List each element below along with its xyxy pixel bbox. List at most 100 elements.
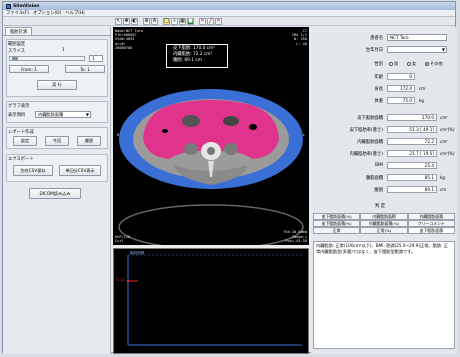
draw-line-icon[interactable]: ╱	[207, 17, 214, 25]
tab-subcutaneous-area-pct-1[interactable]: 皮下脂肪面積(%)	[313, 213, 361, 220]
calendar-dropdown-icon: ▼	[441, 47, 445, 52]
left-panel: 脂肪計測 範囲設定 スライス 1 1 From: 1 To: 1 実 行 グラフ…	[3, 27, 111, 354]
to-button[interactable]: To: 1	[65, 65, 105, 73]
muscle-area-value: 85.1	[387, 174, 437, 181]
display-item-select[interactable]: 内臓脂肪面積 ▼	[35, 111, 91, 118]
row-visceral-area: 内臓脂肪面積 72.2 cm²	[311, 138, 457, 146]
row-waist: 腹囲 89.1 cm	[311, 186, 457, 194]
delete-icon[interactable]: ✕	[215, 17, 222, 25]
tab-normal-pct[interactable]: 正常(%)	[360, 227, 408, 234]
chevron-down-icon: ▼	[85, 112, 89, 117]
weight-label: 体重	[374, 99, 383, 104]
dicom-load-button[interactable]: DICOM読み込み	[29, 188, 81, 199]
magnify-tool-icon[interactable]: ⌕	[171, 17, 178, 25]
judgement-tabs-row-3: 正常 正常(%) 皮下脂肪面積	[313, 227, 455, 234]
muscle-area-label: 腹筋面積	[365, 176, 383, 181]
pointer-tool-icon[interactable]: ↖	[115, 17, 122, 25]
sex-option-male[interactable]: 男	[389, 61, 398, 67]
menu-options[interactable]: オプション(O)	[33, 10, 61, 16]
run-button[interactable]: 実 行	[37, 80, 77, 90]
overlay-date: 20080708	[115, 45, 133, 50]
menu-help[interactable]: ヘルプ(H)	[65, 10, 84, 16]
age-value[interactable]: 0	[387, 73, 415, 80]
report-group-title: レポート作成	[8, 130, 34, 135]
height-value[interactable]: 172.0	[387, 85, 415, 92]
report-history-button[interactable]: 履歴	[77, 136, 101, 146]
tab-visceral-area-pct[interactable]: 内臓脂肪面積(%)	[360, 220, 408, 227]
slice-label: スライス	[8, 49, 26, 54]
row-visceral-ratio: 内臓脂肪率(重さ) 21.7 [ 19.5] cm²(%)	[311, 150, 457, 158]
tab-fat-measurement[interactable]: 脂肪計測	[5, 27, 33, 35]
sex-option-female[interactable]: 女	[407, 61, 416, 67]
radio-male-icon	[389, 62, 393, 66]
judgement-tabs-row-1: 皮下脂肪面積(%) 内臓脂肪面積 内臓脂肪面積	[313, 213, 455, 220]
tab-visceral-area-2[interactable]: 内臓脂肪面積	[407, 213, 455, 220]
subcutaneous-ratio-value: 51.3 [ 49.1]	[387, 126, 437, 133]
sex-option-male-label: 男	[394, 61, 399, 66]
tab-visceral-area-1[interactable]: 内臓脂肪面積	[360, 213, 408, 220]
graph-group-title: グラフ表示	[8, 104, 30, 109]
visceral-area-value: 72.2	[387, 138, 437, 145]
overlay-level: L: 40	[296, 41, 307, 46]
muscle-area-unit: kg	[440, 175, 445, 180]
fat-area-graph: 脂肪面積 72.22	[113, 248, 309, 354]
orientation-right: L	[302, 133, 305, 137]
menu-file[interactable]: ファイル(F)	[6, 10, 29, 16]
subcutaneous-ratio-unit: cm²(%)	[440, 127, 455, 132]
judgement-comment-area[interactable]: 内臓脂肪: 正常(100cm²以下)、BMI: 肥満(25.0~29.9)正常。…	[313, 241, 455, 349]
graph-data-point	[126, 279, 130, 283]
row-muscle-area: 腹筋面積 85.1 kg	[311, 174, 457, 182]
measure-subcutaneous-label: 皮下脂肪	[173, 46, 191, 51]
waist-label: 腹囲	[374, 188, 383, 193]
waist-value: 89.1	[387, 186, 437, 193]
zoom-tool-icon[interactable]: ⊕	[143, 17, 150, 25]
window-level-icon[interactable]: ◐	[131, 17, 138, 25]
visceral-ratio-unit: cm²(%)	[440, 151, 455, 156]
visceral-area-unit: cm²	[440, 139, 448, 144]
tab-normal[interactable]: 正常	[313, 227, 361, 234]
highlight-tool-icon[interactable]: □	[163, 17, 170, 25]
air-pocket-1	[249, 124, 257, 130]
ct-image-viewer[interactable]: Name:NCT Taro PID:000007 Std#:4894 Acc#:…	[113, 27, 309, 245]
color-map-icon[interactable]: ■	[187, 17, 194, 25]
overlay-bottom-left: KVP:120 Curl	[115, 235, 130, 243]
bmi-label: BMI	[375, 163, 383, 168]
display-item-label: 表示項目	[8, 113, 26, 118]
report-today-button[interactable]: 今回	[45, 136, 69, 146]
patient-name-field[interactable]: NCT Taro	[387, 34, 447, 41]
measure-waist-value: 89.1 cm	[184, 58, 202, 63]
row-age: 年齢 0	[311, 73, 457, 81]
subcutaneous-ratio-label: 皮下脂肪率(重さ)	[349, 128, 383, 133]
waist-unit: cm	[440, 187, 447, 192]
tab-subcutaneous-area-pct-2[interactable]: 皮下脂肪面積(%)	[313, 220, 361, 227]
slice-slider[interactable]	[9, 56, 85, 61]
from-button[interactable]: From: 1	[9, 65, 49, 73]
single-csv-button[interactable]: 単回分CSV表示	[59, 165, 101, 176]
vertebra-canal	[207, 147, 215, 155]
row-subcutaneous-ratio: 皮下脂肪率(重さ) 51.3 [ 49.1] cm²(%)	[311, 126, 457, 134]
weight-value[interactable]: 75.0	[387, 97, 415, 104]
field-patient-name-label: 患者名	[370, 36, 383, 41]
field-birthdate-row: 生年月日 ▼	[311, 46, 457, 54]
slice-input[interactable]: 1	[89, 55, 103, 62]
birthdate-field[interactable]: ▼	[387, 46, 447, 53]
layout-grid-icon[interactable]: ▦	[179, 17, 186, 25]
air-pocket-2	[162, 129, 168, 133]
csv-save-as-button[interactable]: 別名CSV保存	[13, 165, 53, 176]
tab-free-comment[interactable]: フリーコメント	[407, 220, 455, 227]
annotation-tool-icon[interactable]: A	[151, 17, 158, 25]
pan-tool-icon[interactable]: ✥	[123, 17, 130, 25]
app-icon	[6, 3, 11, 9]
erase-icon[interactable]: ✕	[199, 17, 206, 25]
tab-subcutaneous-area[interactable]: 皮下脂肪面積	[407, 227, 455, 234]
sex-option-other[interactable]: その他	[425, 61, 443, 67]
slice-slider-thumb[interactable]	[12, 57, 18, 60]
report-settings-button[interactable]: 設定	[13, 136, 37, 146]
visceral-area-label: 内臓脂肪面積	[357, 140, 383, 145]
judgement-tabs-row-2: 皮下脂肪面積(%) 内臓脂肪面積(%) フリーコメント	[313, 220, 455, 227]
bowel-region-2	[223, 116, 239, 126]
orientation-left: R	[117, 133, 120, 137]
overlay-thickness: Thk:10.00mm	[283, 230, 307, 235]
range-group-title: 範囲設定	[8, 42, 26, 47]
visceral-ratio-label: 内臓脂肪率(重さ)	[349, 152, 383, 157]
